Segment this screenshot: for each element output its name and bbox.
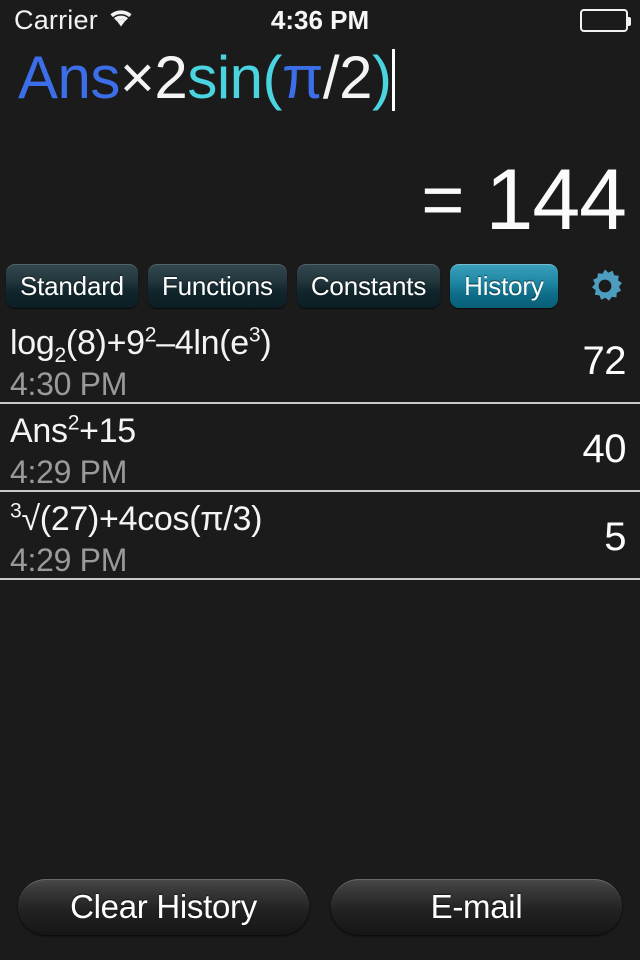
history-list[interactable]: log2(8)+92–4ln(e3) 4:30 PM 72 Ans2+15 4:29 P… (0, 316, 640, 872)
tab-bar: Standard Functions Constants History (0, 256, 640, 316)
history-result: 72 (582, 338, 627, 383)
history-timestamp: 4:30 PM (10, 366, 128, 403)
tab-standard[interactable]: Standard (6, 264, 138, 308)
history-row[interactable]: 3√(27)+4cos(π/3) 4:29 PM 5 (0, 492, 640, 580)
result-area: = 144 (0, 148, 640, 256)
history-timestamp: 4:29 PM (10, 542, 128, 579)
equals-sign: = (421, 158, 464, 241)
bottom-button-bar: Clear History E-mail (0, 872, 640, 960)
clear-history-button[interactable]: Clear History (18, 879, 309, 935)
tab-constants[interactable]: Constants (296, 264, 441, 308)
expression-token: ×2 (119, 44, 188, 111)
email-button[interactable]: E-mail (331, 879, 622, 935)
history-result: 5 (604, 514, 626, 559)
status-bar-clock: 4:36 PM (270, 4, 370, 35)
status-bar: Carrier 4:36 PM (0, 0, 640, 40)
history-result: 40 (582, 426, 627, 471)
tab-history[interactable]: History (450, 264, 558, 308)
history-expression: 3√(27)+4cos(π/3) (10, 499, 263, 538)
gear-icon[interactable] (582, 263, 628, 309)
history-expression: Ans2+15 (10, 411, 136, 450)
result-value: 144 (485, 152, 627, 248)
history-row[interactable]: Ans2+15 4:29 PM 40 (0, 404, 640, 492)
expression-token: /2 (322, 44, 373, 111)
expression-token: sin( (187, 44, 282, 111)
battery-full-icon (580, 8, 631, 32)
expression-token: ) (371, 44, 392, 111)
history-row-main: log2(8)+92–4ln(e3) 4:30 PM (10, 322, 583, 403)
history-row-main: 3√(27)+4cos(π/3) 4:29 PM (10, 498, 604, 579)
expression-token: π (282, 44, 323, 111)
expression-display[interactable]: Ans×2sin(π/2) (18, 44, 622, 111)
expression-token: Ans (18, 44, 120, 111)
calculator-app: Carrier 4:36 PM Ans×2sin(π/2) = 144 Stan… (0, 0, 640, 960)
expression-area[interactable]: Ans×2sin(π/2) (0, 40, 640, 148)
history-row[interactable]: log2(8)+92–4ln(e3) 4:30 PM 72 (0, 316, 640, 404)
status-bar-right (580, 8, 631, 32)
tab-functions[interactable]: Functions (147, 264, 287, 308)
history-timestamp: 4:29 PM (10, 454, 128, 491)
text-caret (392, 49, 396, 111)
history-expression: log2(8)+92–4ln(e3) (10, 323, 272, 367)
history-row-main: Ans2+15 4:29 PM (10, 410, 583, 491)
